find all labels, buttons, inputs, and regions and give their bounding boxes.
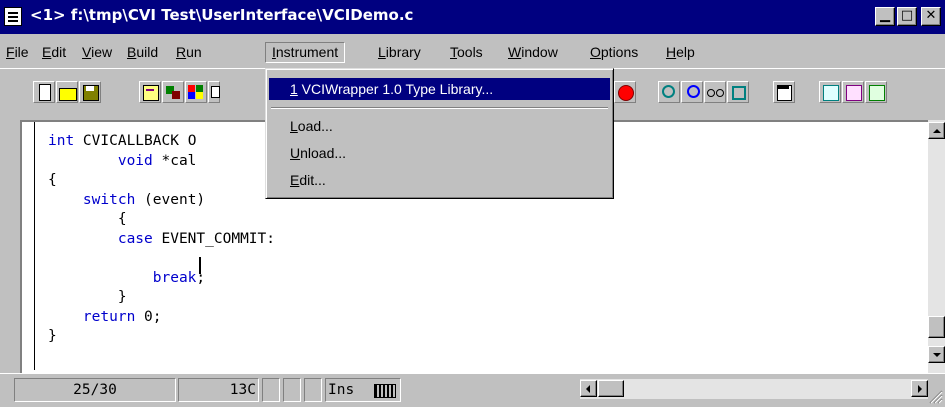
code-keyword: break (152, 269, 197, 286)
open-icon[interactable] (56, 81, 78, 103)
scroll-down-button[interactable] (928, 346, 945, 363)
menu-window[interactable]: Window (508, 43, 558, 61)
scroll-up-button[interactable] (928, 122, 945, 139)
code-text: (event) (135, 191, 206, 208)
arrow-down-icon (933, 353, 941, 357)
code-line[interactable]: break; (48, 269, 598, 289)
code-keyword: case (117, 230, 153, 247)
code-keyword: return (82, 308, 136, 325)
close-icon: ✕ (925, 8, 937, 23)
menu-help[interactable]: Help (666, 43, 695, 61)
code-text: 0; (135, 308, 162, 325)
code-text: { (48, 172, 57, 188)
menu-instrument[interactable]: Instrument (265, 42, 346, 63)
stop-icon[interactable] (614, 81, 636, 103)
code-text: CVICALLBACK O (74, 133, 197, 149)
vertical-scrollbar[interactable] (928, 120, 945, 373)
column-number: 13C (178, 378, 259, 402)
menu-item-edit[interactable]: Edit... (269, 169, 610, 191)
menu-item-load[interactable]: Load... (269, 115, 610, 137)
horizontal-scrollbar[interactable] (580, 379, 928, 399)
menu-item-unload[interactable]: Unload... (269, 142, 610, 164)
code-line[interactable]: return 0; (48, 308, 598, 328)
find-icon[interactable] (658, 81, 680, 103)
window-title: <1> f:\tmp\CVI Test\UserInterface\VCIDem… (30, 6, 414, 24)
code-text: { (48, 211, 127, 227)
code-keyword: switch (82, 191, 136, 208)
editor-margin-line (34, 122, 35, 370)
system-menu-icon[interactable] (4, 7, 22, 26)
menu-edit[interactable]: Edit (42, 43, 66, 61)
glasses-icon[interactable] (704, 81, 726, 103)
colors-icon[interactable] (185, 81, 207, 103)
menu-library[interactable]: Library (378, 43, 421, 61)
line-position: 25/30 (14, 378, 176, 402)
instrument-menu: 1 VCIWrapper 1.0 Type Library... Load...… (265, 68, 614, 199)
menu-build[interactable]: Build (127, 43, 158, 61)
code-keyword: void (117, 152, 153, 169)
code-line[interactable]: { (48, 210, 598, 230)
status-field-1 (262, 378, 280, 402)
menu-options[interactable]: Options (590, 43, 638, 61)
status-field-2 (283, 378, 301, 402)
scroll-thumb[interactable] (928, 316, 945, 338)
maximize-icon: □ (900, 8, 914, 23)
title-bar[interactable]: <1> f:\tmp\CVI Test\UserInterface\VCIDem… (0, 0, 945, 34)
arrows-icon[interactable] (162, 81, 184, 103)
code-line[interactable]: } (48, 327, 598, 347)
code-keyword: int (48, 133, 75, 149)
arrow-up-icon (933, 129, 941, 133)
keyboard-icon (374, 384, 396, 398)
minimize-icon: ▁ (880, 8, 890, 23)
editor-gutter (0, 120, 20, 373)
edit-icon[interactable] (139, 81, 161, 103)
scroll-left-button[interactable] (580, 380, 597, 397)
code-line[interactable] (48, 249, 598, 269)
menu-bar: File Edit View Build Run Instrument Libr… (0, 34, 945, 68)
close-button[interactable]: ✕ (921, 7, 941, 26)
next-icon[interactable] (842, 81, 864, 103)
delete-icon[interactable] (865, 81, 887, 103)
code-text: } (48, 289, 127, 305)
text-cursor (199, 257, 201, 274)
code-text: *cal (152, 152, 197, 169)
menu-run[interactable]: Run (176, 43, 202, 61)
maximize-button[interactable]: □ (897, 7, 917, 26)
code-text: EVENT_COMMIT: (152, 230, 275, 247)
tools-icon[interactable] (727, 81, 749, 103)
new-file-icon[interactable] (33, 81, 55, 103)
panel-icon[interactable] (208, 81, 220, 103)
menu-file[interactable]: File (6, 43, 29, 61)
menu-tools[interactable]: Tools (450, 43, 483, 61)
code-text: } (48, 328, 57, 344)
minimize-button[interactable]: ▁ (875, 7, 895, 26)
code-line[interactable]: } (48, 288, 598, 308)
window-icon[interactable] (773, 81, 795, 103)
prev-icon[interactable] (819, 81, 841, 103)
arrow-right-icon (918, 385, 922, 393)
cvi-window: <1> f:\tmp\CVI Test\UserInterface\VCIDem… (0, 0, 945, 407)
find-next-icon[interactable] (681, 81, 703, 103)
menu-view[interactable]: View (82, 43, 112, 61)
resize-grip-icon[interactable] (929, 389, 943, 404)
arrow-left-icon (586, 385, 590, 393)
save-icon[interactable] (79, 81, 101, 103)
hscroll-thumb[interactable] (598, 380, 624, 397)
menu-separator (271, 107, 608, 109)
code-line[interactable]: case EVENT_COMMIT: (48, 230, 598, 250)
status-field-3 (304, 378, 322, 402)
scroll-right-button[interactable] (911, 380, 928, 397)
menu-item-vciwrapper[interactable]: 1 VCIWrapper 1.0 Type Library... (269, 78, 610, 100)
